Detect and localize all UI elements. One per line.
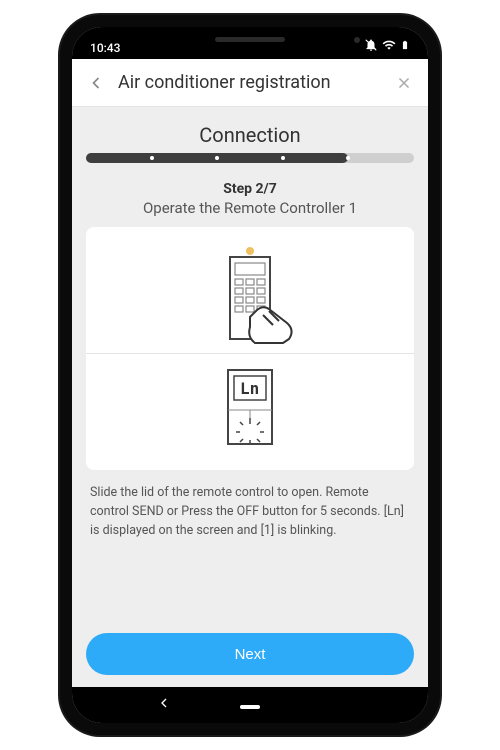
step-header: Step 2/7 Operate the Remote Controller 1: [86, 181, 414, 227]
battery-icon: [400, 38, 410, 55]
next-button-label: Next: [235, 646, 266, 663]
status-bar: 10:43: [72, 27, 428, 59]
notifications-off-icon: [364, 38, 378, 55]
close-icon: [395, 74, 413, 92]
nav-home-icon[interactable]: [240, 696, 260, 715]
svg-text:Ln: Ln: [240, 379, 259, 398]
chevron-left-icon: [86, 73, 106, 93]
wifi-icon: [382, 38, 396, 55]
clock: 10:43: [90, 41, 120, 55]
next-button[interactable]: Next: [86, 633, 414, 675]
remote-screen-illustration: Ln: [210, 362, 290, 452]
android-nav-bar: [72, 687, 428, 723]
page-title: Air conditioner registration: [118, 72, 382, 93]
section-title: Connection: [86, 123, 414, 147]
progress-bar: [86, 153, 414, 163]
close-button[interactable]: [392, 71, 416, 95]
illustration-card: Ln: [86, 227, 414, 470]
back-button[interactable]: [84, 71, 108, 95]
nav-back-icon[interactable]: [156, 695, 172, 715]
remote-hand-illustration: [195, 245, 305, 345]
content: Connection Step 2/7 Operate the Remote C…: [72, 107, 428, 687]
step-label: Step 2/7: [86, 181, 414, 197]
app-header: Air conditioner registration: [72, 59, 428, 107]
instruction-text: Slide the lid of the remote control to o…: [86, 484, 414, 540]
step-title: Operate the Remote Controller 1: [86, 199, 414, 217]
